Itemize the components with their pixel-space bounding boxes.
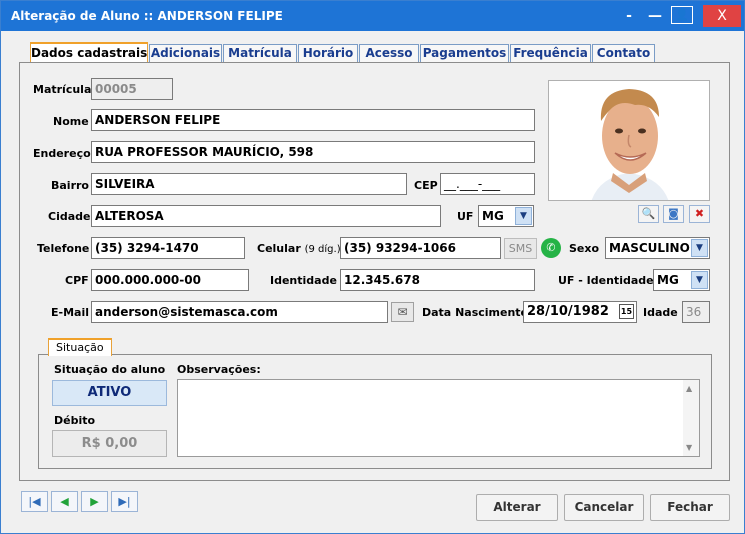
cpf-field[interactable]: 000.000.000-00 (91, 269, 249, 291)
alterar-button[interactable]: Alterar (476, 494, 558, 521)
tab-frequencia[interactable]: Frequência (510, 44, 591, 63)
close-button[interactable]: X (703, 5, 741, 27)
debito-label: Débito (54, 414, 96, 427)
uf-identidade-label: UF - Identidade (558, 274, 654, 287)
uf-value: MG (482, 209, 504, 223)
whatsapp-icon[interactable]: ✆ (541, 238, 561, 258)
identidade-field[interactable]: 12.345.678 (340, 269, 535, 291)
cep-label: CEP (414, 179, 438, 192)
tab-adicionais[interactable]: Adicionais (149, 44, 222, 63)
magnify-icon[interactable]: 🔍 (638, 205, 659, 223)
telefone-field[interactable]: (35) 3294-1470 (91, 237, 245, 259)
sexo-value: MASCULINO (609, 241, 690, 255)
debito-value: R$ 0,00 (52, 430, 167, 457)
observacoes-textarea[interactable]: ▲ ▼ (177, 379, 700, 457)
tab-situacao[interactable]: Situação (48, 338, 112, 356)
cpf-label: CPF (65, 274, 89, 287)
nome-field[interactable]: ANDERSON FELIPE (91, 109, 535, 131)
cancelar-button[interactable]: Cancelar (564, 494, 644, 521)
sms-button[interactable]: SMS (504, 238, 537, 259)
cidade-field[interactable]: ALTEROSA (91, 205, 441, 227)
uf-label: UF (457, 210, 474, 223)
uf-identidade-select[interactable]: MG ▼ (653, 269, 710, 291)
student-edit-window: Alteração de Aluno :: ANDERSON FELIPE ‑ … (0, 0, 745, 534)
endereco-field[interactable]: RUA PROFESSOR MAURÍCIO, 598 (91, 141, 535, 163)
tab-pagamentos[interactable]: Pagamentos (420, 44, 509, 63)
minimize-icon[interactable]: ‑ (615, 5, 643, 27)
student-photo (548, 80, 710, 201)
data-nascimento-value: 28/10/1982 (527, 304, 609, 319)
status-badge: ATIVO (52, 380, 167, 406)
email-label: E-Mail (51, 306, 89, 319)
nome-label: Nome (53, 115, 89, 128)
next-record-icon[interactable]: ▶ (81, 491, 108, 512)
cidade-label: Cidade (48, 210, 91, 223)
envelope-icon[interactable]: ✉ (391, 302, 414, 322)
chevron-down-icon: ▼ (691, 271, 708, 289)
chevron-down-icon: ▼ (515, 207, 532, 225)
celular-field[interactable]: (35) 93294-1066 (340, 237, 501, 259)
tab-dados-cadastrais[interactable]: Dados cadastrais (30, 42, 148, 64)
identidade-label: Identidade (270, 274, 337, 287)
calendar-icon[interactable]: 15 (619, 304, 634, 319)
delete-icon[interactable]: ✖ (689, 205, 710, 223)
data-nascimento-field[interactable]: 28/10/1982 15 (523, 301, 637, 323)
telefone-label: Telefone (37, 242, 90, 255)
title-bar: Alteração de Aluno :: ANDERSON FELIPE ‑ … (1, 1, 744, 31)
tab-horario[interactable]: Horário (298, 44, 358, 63)
bairro-field[interactable]: SILVEIRA (91, 173, 407, 195)
window-title: Alteração de Aluno :: ANDERSON FELIPE (11, 9, 283, 23)
idade-field: 36 (682, 301, 710, 323)
observacoes-label: Observações: (177, 363, 261, 376)
tab-contato[interactable]: Contato (592, 44, 655, 63)
scrollbar[interactable]: ▲ ▼ (683, 380, 699, 456)
camera-icon[interactable]: ◙ (663, 205, 684, 223)
matricula-label: Matrícula (33, 83, 92, 96)
last-record-icon[interactable]: ▶| (111, 491, 138, 512)
matricula-field: 00005 (91, 78, 173, 100)
uf-identidade-value: MG (657, 273, 679, 287)
first-record-icon[interactable]: |◀ (21, 491, 48, 512)
tab-acesso[interactable]: Acesso (359, 44, 419, 63)
bairro-label: Bairro (51, 179, 89, 192)
contact-card-icon[interactable]: 👤 (671, 6, 693, 24)
situacao-aluno-label: Situação do aluno (54, 363, 166, 376)
email-field[interactable]: anderson@sistemasca.com (91, 301, 388, 323)
celular-label: Celular (9 díg.) (257, 242, 341, 255)
chevron-down-icon: ▼ (691, 239, 708, 257)
endereco-label: Endereço (33, 147, 91, 160)
data-nascimento-label: Data Nascimento (422, 306, 529, 319)
celular-label-text: Celular (257, 242, 301, 255)
sexo-label: Sexo (569, 242, 600, 255)
maximize-icon[interactable]: — (641, 5, 669, 27)
scroll-up-icon[interactable]: ▲ (686, 384, 692, 393)
scroll-down-icon[interactable]: ▼ (686, 443, 692, 452)
celular-hint: (9 díg.) (304, 244, 341, 255)
sexo-select[interactable]: MASCULINO ▼ (605, 237, 710, 259)
tab-matricula[interactable]: Matrícula (223, 44, 297, 63)
cep-field[interactable]: __.___-___ (440, 173, 535, 195)
uf-select[interactable]: MG ▼ (478, 205, 534, 227)
previous-record-icon[interactable]: ◀ (51, 491, 78, 512)
idade-label: Idade (643, 306, 678, 319)
fechar-button[interactable]: Fechar (650, 494, 730, 521)
